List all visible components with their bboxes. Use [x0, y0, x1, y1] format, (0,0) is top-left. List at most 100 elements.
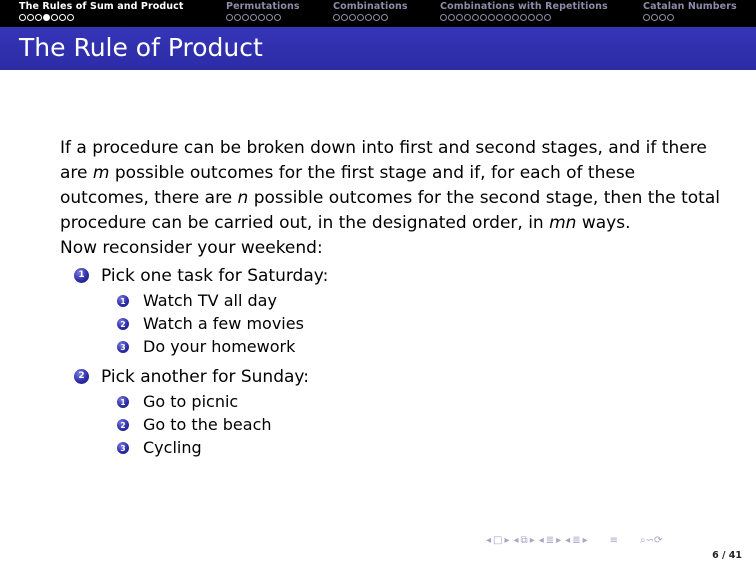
- list-item-label: Pick one task for Saturday:: [101, 266, 329, 286]
- frame-dot[interactable]: [464, 14, 471, 21]
- list-item-label: Pick another for Sunday:: [101, 367, 309, 387]
- nav-frame-dots: [19, 14, 74, 21]
- frame-dot[interactable]: [480, 14, 487, 21]
- frame-dot[interactable]: [667, 14, 674, 21]
- enumeration-ball-icon: 2: [117, 419, 129, 431]
- nav-frame-dots: [226, 14, 281, 21]
- sub-list-item-label: Cycling: [143, 438, 202, 457]
- prev-arrow-icon[interactable]: ◂: [514, 535, 519, 546]
- prev-arrow-icon[interactable]: ◂: [539, 535, 544, 546]
- variable-n: n: [237, 188, 249, 208]
- nav-section-title[interactable]: Permutations: [226, 1, 300, 12]
- frame-dot[interactable]: [349, 14, 356, 21]
- intro-text: Now reconsider your weekend:: [60, 238, 323, 258]
- sub-list-item: 3 Do your homework: [101, 335, 720, 358]
- frame-dot[interactable]: [59, 14, 66, 21]
- align-icon[interactable]: ≡: [610, 535, 618, 546]
- frame-dot[interactable]: [520, 14, 527, 21]
- page-number: 6 / 41: [712, 550, 742, 561]
- variable-mn: mn: [549, 213, 577, 233]
- nav-section-title[interactable]: Combinations with Repetitions: [440, 1, 608, 12]
- prev-arrow-icon[interactable]: ◂: [486, 535, 491, 546]
- sub-list-item: 2 Watch a few movies: [101, 312, 720, 335]
- frame-dot[interactable]: [643, 14, 650, 21]
- frame-dot[interactable]: [373, 14, 380, 21]
- frame-dot[interactable]: [35, 14, 42, 21]
- frame-dot[interactable]: [274, 14, 281, 21]
- frame-dot[interactable]: [488, 14, 495, 21]
- frame-icon[interactable]: □: [493, 535, 502, 546]
- frame-dot[interactable]: [448, 14, 455, 21]
- frame-dot[interactable]: [504, 14, 511, 21]
- enumeration-ball-icon: 1: [74, 268, 89, 283]
- frame-dot[interactable]: [266, 14, 273, 21]
- enumeration-ball-icon: 3: [117, 442, 129, 454]
- rule-of-product-definition: If a procedure can be broken down into f…: [60, 136, 720, 236]
- frame-dot[interactable]: [234, 14, 241, 21]
- frame-title: The Rule of Product: [19, 33, 263, 62]
- frame-dot[interactable]: [496, 14, 503, 21]
- beamer-navigation-symbols: ◂ □ ▸ ◂ ⧉ ▸ ◂ ≣ ▸ ◂ ≣ ▸ ≡ ⌕∽⟳: [486, 533, 662, 547]
- search-icon[interactable]: ⌕∽⟳: [640, 535, 662, 546]
- frame-dot[interactable]: [512, 14, 519, 21]
- frame-dot[interactable]: [258, 14, 265, 21]
- next-arrow-icon[interactable]: ▸: [583, 535, 588, 546]
- sub-list: 1 Go to picnic 2 Go to the beach 3 Cycli…: [101, 390, 720, 459]
- sub-list: 1 Watch TV all day 2 Watch a few movies …: [101, 289, 720, 358]
- subsection-navigation: ◂ ⧉ ▸: [514, 535, 535, 546]
- section-navigation-bar: The Rules of Sum and Product Permutation…: [0, 0, 756, 27]
- document-navigation: ◂ ≣ ▸: [565, 535, 587, 546]
- frame-dot[interactable]: [472, 14, 479, 21]
- list-item: 1 Pick one task for Saturday: 1 Watch TV…: [60, 261, 720, 358]
- frame-dot[interactable]: [536, 14, 543, 21]
- frame-title-bar: The Rule of Product: [0, 27, 756, 70]
- frame-dot[interactable]: [333, 14, 340, 21]
- sub-list-item: 1 Watch TV all day: [101, 289, 720, 312]
- section-icon[interactable]: ≣: [572, 535, 580, 546]
- frame-dot[interactable]: [456, 14, 463, 21]
- frame-dot[interactable]: [242, 14, 249, 21]
- nav-frame-dots: [643, 14, 674, 21]
- nav-section-title[interactable]: The Rules of Sum and Product: [19, 1, 184, 12]
- frame-dot[interactable]: [67, 14, 74, 21]
- sub-list-item-label: Go to the beach: [143, 415, 272, 434]
- subsection-icon[interactable]: ⧉: [521, 535, 528, 546]
- frame-dot[interactable]: [19, 14, 26, 21]
- frame-dot[interactable]: [357, 14, 364, 21]
- frame-dot[interactable]: [341, 14, 348, 21]
- frame-dot[interactable]: [544, 14, 551, 21]
- frame-dot[interactable]: [250, 14, 257, 21]
- variable-m: m: [92, 163, 110, 183]
- sub-list-item: 2 Go to the beach: [101, 413, 720, 436]
- frame-dot[interactable]: [365, 14, 372, 21]
- prev-arrow-icon[interactable]: ◂: [565, 535, 570, 546]
- nav-section-title[interactable]: Catalan Numbers: [643, 1, 737, 12]
- sub-list-item: 1 Go to picnic: [101, 390, 720, 413]
- enumeration-ball-icon: 3: [117, 341, 129, 353]
- sub-list-item: 3 Cycling: [101, 436, 720, 459]
- next-arrow-icon[interactable]: ▸: [504, 535, 509, 546]
- section-navigation: ◂ ≣ ▸: [539, 535, 561, 546]
- frame-dot[interactable]: [651, 14, 658, 21]
- frame-dot[interactable]: [51, 14, 58, 21]
- nav-section-title[interactable]: Combinations: [333, 1, 408, 12]
- frame-dot[interactable]: [440, 14, 447, 21]
- sub-list-item-label: Do your homework: [143, 337, 296, 356]
- frame-dot[interactable]: [27, 14, 34, 21]
- frame-dot[interactable]: [528, 14, 535, 21]
- frame-dot[interactable]: [659, 14, 666, 21]
- frame-navigation: ◂ □ ▸: [486, 535, 510, 546]
- frame-dot[interactable]: [381, 14, 388, 21]
- sub-list-item-label: Watch TV all day: [143, 291, 277, 310]
- frame-dot[interactable]: [226, 14, 233, 21]
- next-arrow-icon[interactable]: ▸: [556, 535, 561, 546]
- section-icon[interactable]: ≣: [546, 535, 554, 546]
- nav-frame-dots: [333, 14, 388, 21]
- nav-frame-dots: [440, 14, 551, 21]
- list-item: 2 Pick another for Sunday: 1 Go to picni…: [60, 362, 720, 459]
- next-arrow-icon[interactable]: ▸: [530, 535, 535, 546]
- current-frame-dot[interactable]: [43, 14, 50, 21]
- enumeration-ball-icon: 2: [117, 318, 129, 330]
- enumeration-ball-icon: 2: [74, 369, 89, 384]
- sub-list-item-label: Go to picnic: [143, 392, 239, 411]
